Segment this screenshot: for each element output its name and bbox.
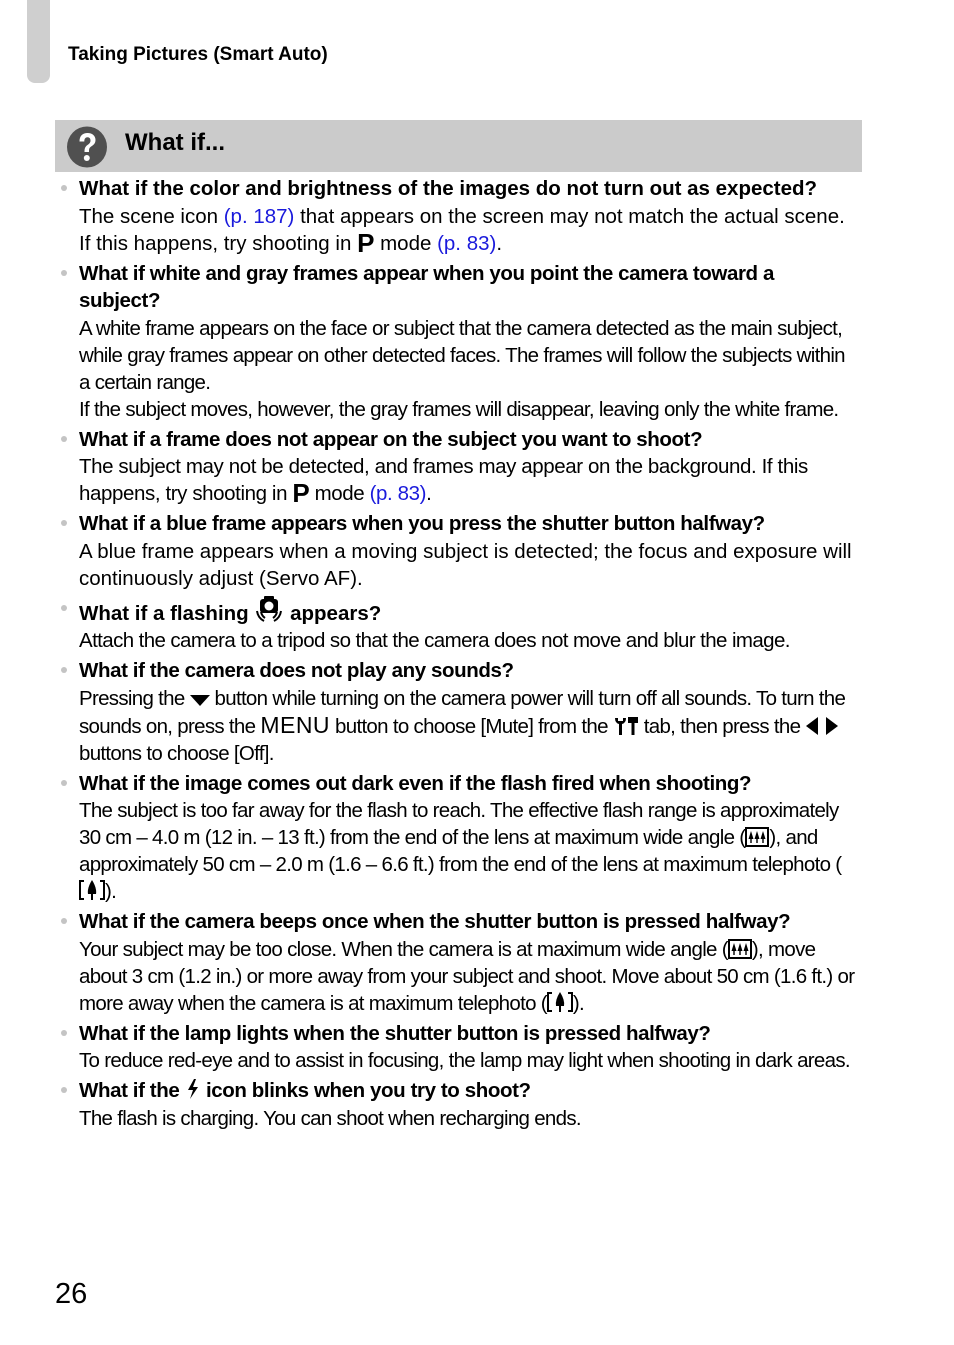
answer-text: The subject is too far away for the flas…: [79, 799, 839, 849]
what-if-title: What if...: [125, 129, 225, 156]
program-mode-icon: P: [292, 478, 310, 508]
faq-question: What if the icon blinks when you try to …: [79, 1077, 858, 1105]
faq-answer: A blue frame appears when a moving subje…: [79, 539, 852, 590]
faq-item: What if white and gray frames appear whe…: [58, 260, 858, 423]
faq-item: What if the camera does not play any sou…: [58, 657, 858, 767]
page-number: 26: [55, 1278, 88, 1310]
faq-item: What if the icon blinks when you try to …: [58, 1077, 858, 1132]
bullet: [61, 1029, 67, 1036]
answer-text: .: [426, 482, 432, 505]
faq-question: What if the image comes out dark even if…: [79, 771, 752, 795]
faq-item: What if the lamp lights when the shutter…: [58, 1020, 858, 1075]
bullet: [61, 1087, 67, 1093]
answer-text: mode: [309, 482, 370, 505]
question-text: appears?: [284, 601, 382, 625]
answer-text: buttons to choose [Off].: [79, 741, 274, 765]
faq-question: What if a blue frame appears when you pr…: [79, 512, 765, 535]
faq-question: What if the lamp lights when the shutter…: [79, 1021, 711, 1045]
answer-paragraph: A white frame appears on the face or sub…: [79, 316, 846, 394]
faq-item: What if a frame does not appear on the s…: [58, 426, 858, 508]
answer-paragraph: If the subject moves, however, the gray …: [79, 397, 839, 421]
faq-answer: To reduce red-eye and to assist in focus…: [79, 1049, 851, 1072]
page-link[interactable]: (p. 83): [437, 232, 496, 255]
answer-text: The subject may not be detected, and fra…: [79, 455, 808, 505]
camera-shake-icon: [256, 595, 283, 622]
faq-item: What if a blue frame appears when you pr…: [58, 510, 858, 592]
answer-text: tab, then press the: [638, 714, 806, 738]
program-mode-icon: P: [357, 227, 375, 258]
chapter-tab-marker: [27, 0, 50, 83]
wide-angle-icon: [745, 827, 770, 847]
faq-item: What if the image comes out dark even if…: [58, 770, 858, 906]
faq-question: What if a flashing appears?: [79, 595, 858, 628]
faq-answer: The subject is too far away for the flas…: [79, 797, 858, 905]
bullet: [61, 667, 67, 673]
faq-answer: Attach the camera to a tripod so that th…: [79, 629, 790, 652]
question-text: icon blinks when you try to shoot?: [200, 1079, 531, 1102]
answer-text: mode: [374, 231, 438, 255]
faq-answer: The flash is charging. You can shoot whe…: [79, 1106, 582, 1130]
question-text: What if the: [79, 1079, 185, 1102]
faq-list: What if the color and brightness of the …: [58, 175, 858, 1135]
faq-question: What if the color and brightness of the …: [79, 177, 818, 200]
telephoto-icon: [546, 991, 573, 1012]
left-right-arrows-icon: [806, 716, 839, 735]
faq-item: What if a flashing appears? Attach the c…: [58, 595, 858, 655]
wide-angle-icon: [727, 938, 752, 959]
bullet: [61, 435, 67, 442]
answer-text: button to choose [Mute] from the: [330, 714, 613, 738]
question-circle-icon: [67, 126, 107, 168]
down-arrow-button-icon: [189, 694, 210, 706]
bullet: [61, 918, 67, 924]
faq-item: What if the color and brightness of the …: [58, 175, 858, 257]
flash-icon: [187, 1079, 198, 1099]
bullet: [61, 604, 67, 611]
faq-answer: Pressing the button while turning on the…: [79, 685, 858, 767]
menu-button-label: MENU: [260, 711, 331, 738]
tools-tab-icon: [614, 716, 638, 735]
page-link[interactable]: (p. 187): [224, 205, 295, 228]
bullet: [61, 269, 67, 276]
faq-item: What if the camera beeps once when the s…: [58, 908, 858, 1017]
faq-question: What if the camera does not play any sou…: [79, 659, 514, 682]
answer-text: The scene icon: [79, 204, 224, 228]
section-title: Taking Pictures (Smart Auto): [68, 44, 328, 65]
faq-question: What if white and gray frames appear whe…: [79, 261, 774, 313]
faq-answer: The subject may not be detected, and fra…: [79, 453, 858, 507]
answer-text: .: [496, 231, 503, 255]
answer-text: ).: [572, 991, 585, 1015]
what-if-header: What if...: [55, 120, 862, 172]
faq-question: What if a frame does not appear on the s…: [79, 427, 703, 451]
page-link[interactable]: (p. 83): [370, 482, 427, 505]
bullet: [61, 520, 67, 526]
answer-text: Your subject may be too close. When the …: [79, 937, 729, 961]
question-text: What if a flashing: [79, 601, 255, 625]
answer-text: ).: [105, 880, 117, 903]
telephoto-icon: [79, 880, 105, 900]
bullet: [61, 779, 67, 786]
answer-text: Pressing the: [79, 686, 190, 710]
bullet: [61, 185, 67, 191]
faq-answer: The scene icon (p. 187) that appears on …: [79, 203, 858, 257]
faq-answer: Your subject may be too close. When the …: [79, 936, 858, 1017]
faq-question: What if the camera beeps once when the s…: [79, 910, 791, 933]
faq-answer: A white frame appears on the face or sub…: [79, 315, 858, 423]
